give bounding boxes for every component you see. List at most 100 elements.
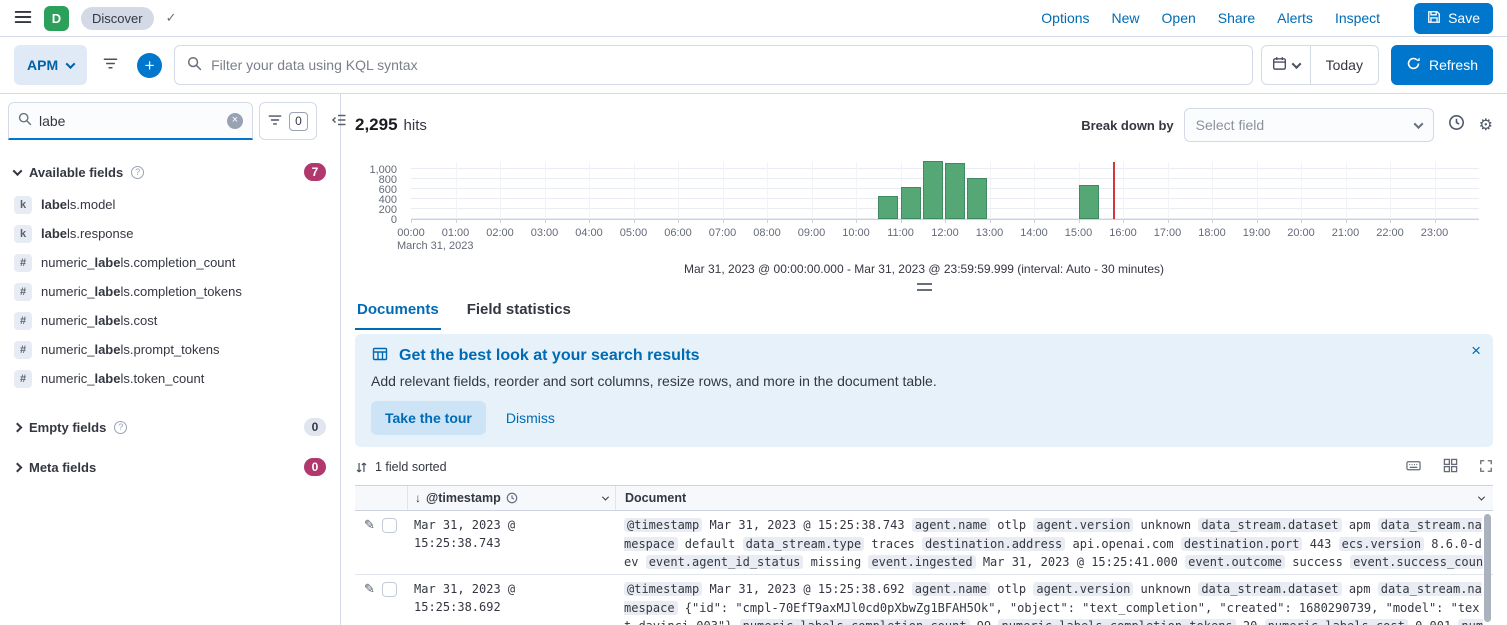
kql-input[interactable] [211, 57, 1239, 73]
breadcrumb[interactable]: Discover [81, 7, 154, 30]
refresh-button[interactable]: Refresh [1391, 45, 1493, 85]
save-button[interactable]: Save [1414, 3, 1493, 34]
histogram-bar[interactable] [901, 187, 921, 219]
x-axis-tick [1301, 219, 1302, 223]
x-axis-label: 23:00 [1421, 227, 1449, 239]
display-options-button[interactable] [1443, 458, 1458, 476]
field-chip: @timestamp [624, 582, 702, 596]
take-tour-button[interactable]: Take the tour [371, 401, 486, 435]
data-view-picker[interactable]: APM [14, 45, 87, 85]
field-item[interactable]: klabels.response [0, 219, 340, 248]
timestamp-cell: Mar 31, 2023 @ 15:25:38.692 [407, 575, 615, 625]
field-item[interactable]: #numeric_labels.prompt_tokens [0, 335, 340, 364]
document-cell: @timestamp Mar 31, 2023 @ 15:25:38.692 a… [615, 575, 1493, 625]
clear-search-icon[interactable]: × [227, 113, 243, 129]
hits-label: hits [404, 117, 427, 134]
row-checkbox[interactable] [382, 582, 397, 597]
x-gridline [990, 162, 991, 219]
x-axis-label: 10:00 [842, 227, 870, 239]
breakdown-select[interactable]: Select field [1184, 108, 1434, 142]
x-gridline [723, 162, 724, 219]
field-name: labels.response [41, 226, 134, 241]
x-axis-label: 09:00 [798, 227, 826, 239]
nav-link-new[interactable]: New [1112, 10, 1140, 26]
histogram-plot[interactable] [411, 162, 1479, 220]
chevron-down-icon[interactable] [602, 493, 609, 500]
field-item[interactable]: #numeric_labels.completion_count [0, 248, 340, 277]
keyword-field-icon: k [14, 196, 32, 214]
date-range-button[interactable]: Today [1311, 46, 1378, 84]
space-avatar[interactable]: D [44, 6, 69, 31]
available-fields-header[interactable]: Available fields ? 7 [0, 160, 340, 184]
chevron-down-icon [1291, 59, 1301, 69]
filter-button[interactable] [95, 45, 125, 85]
x-axis-tick [723, 219, 724, 223]
sorted-fields-label[interactable]: 1 field sorted [375, 460, 447, 474]
row-checkbox[interactable] [382, 518, 397, 533]
nav-link-options[interactable]: Options [1041, 10, 1089, 26]
field-filter-button[interactable]: 0 [259, 102, 317, 140]
dismiss-link[interactable]: Dismiss [506, 410, 555, 426]
histogram-bar[interactable] [923, 161, 943, 219]
empty-fields-header[interactable]: Empty fields ? 0 [0, 407, 340, 447]
field-chip: destination.address [922, 537, 1065, 551]
fullscreen-button[interactable] [1479, 459, 1493, 476]
chart-time-range-caption: Mar 31, 2023 @ 00:00:00.000 - Mar 31, 20… [355, 262, 1493, 277]
field-item[interactable]: #numeric_labels.cost [0, 306, 340, 335]
date-picker-button[interactable] [1262, 46, 1311, 84]
histogram-y-axis: 02004006008001,000 [355, 162, 403, 220]
chart-history-button[interactable] [1448, 114, 1465, 136]
x-axis-label: 14:00 [1020, 227, 1048, 239]
field-item[interactable]: #numeric_labels.completion_tokens [0, 277, 340, 306]
histogram-bar[interactable] [1079, 185, 1099, 219]
chevron-down-icon[interactable] [1478, 493, 1485, 500]
histogram-bar[interactable] [967, 178, 987, 219]
nav-link-alerts[interactable]: Alerts [1277, 10, 1313, 26]
x-gridline [500, 162, 501, 219]
x-gridline [545, 162, 546, 219]
x-axis-label: 00:00 [397, 227, 425, 239]
sort-fields-icon[interactable] [355, 461, 368, 474]
x-axis-label: 21:00 [1332, 227, 1360, 239]
x-gridline [1301, 162, 1302, 219]
field-item[interactable]: klabels.model [0, 190, 340, 219]
x-gridline [1168, 162, 1169, 219]
x-axis-tick [1212, 219, 1213, 223]
nav-link-share[interactable]: Share [1218, 10, 1255, 26]
expand-document-icon[interactable]: ✎ [364, 518, 375, 531]
field-item[interactable]: #numeric_labels.token_count [0, 364, 340, 393]
chart-options-button[interactable]: ⚙ [1479, 115, 1493, 135]
field-chip: data_stream.dataset [1198, 582, 1341, 596]
field-search-input[interactable] [39, 113, 220, 129]
document-column-header[interactable]: Document [615, 486, 1493, 510]
keyboard-shortcuts-button[interactable] [1405, 458, 1422, 476]
main-menu-button[interactable] [14, 8, 32, 29]
field-chip: data_stream.type [743, 537, 865, 551]
filter-icon [268, 113, 282, 130]
x-axis-label: 16:00 [1109, 227, 1137, 239]
tab-documents[interactable]: Documents [355, 297, 441, 330]
x-axis-label: 20:00 [1287, 227, 1315, 239]
panel-resize-handle[interactable] [917, 283, 932, 291]
x-gridline [767, 162, 768, 219]
timestamp-column-header[interactable]: ↓ @timestamp [407, 486, 615, 510]
x-axis-date-label: March 31, 2023 [397, 240, 473, 252]
x-axis-label: 04:00 [575, 227, 603, 239]
meta-fields-header[interactable]: Meta fields 0 [0, 447, 340, 487]
control-column-header [355, 486, 407, 510]
field-search[interactable]: × [8, 102, 253, 140]
tab-field-statistics[interactable]: Field statistics [465, 297, 573, 330]
histogram-bar[interactable] [878, 196, 898, 219]
x-gridline [634, 162, 635, 219]
grid-scrollbar[interactable] [1484, 514, 1491, 622]
close-icon[interactable]: × [1471, 342, 1481, 359]
add-filter-button[interactable]: + [137, 53, 162, 78]
grid-toolbar: 1 field sorted [355, 455, 1493, 479]
space-letter: D [52, 11, 61, 26]
nav-link-open[interactable]: Open [1162, 10, 1196, 26]
kql-search-bar[interactable] [174, 45, 1252, 85]
histogram-bar[interactable] [945, 163, 965, 219]
expand-document-icon[interactable]: ✎ [364, 582, 375, 595]
info-icon: ? [131, 166, 144, 179]
nav-link-inspect[interactable]: Inspect [1335, 10, 1380, 26]
